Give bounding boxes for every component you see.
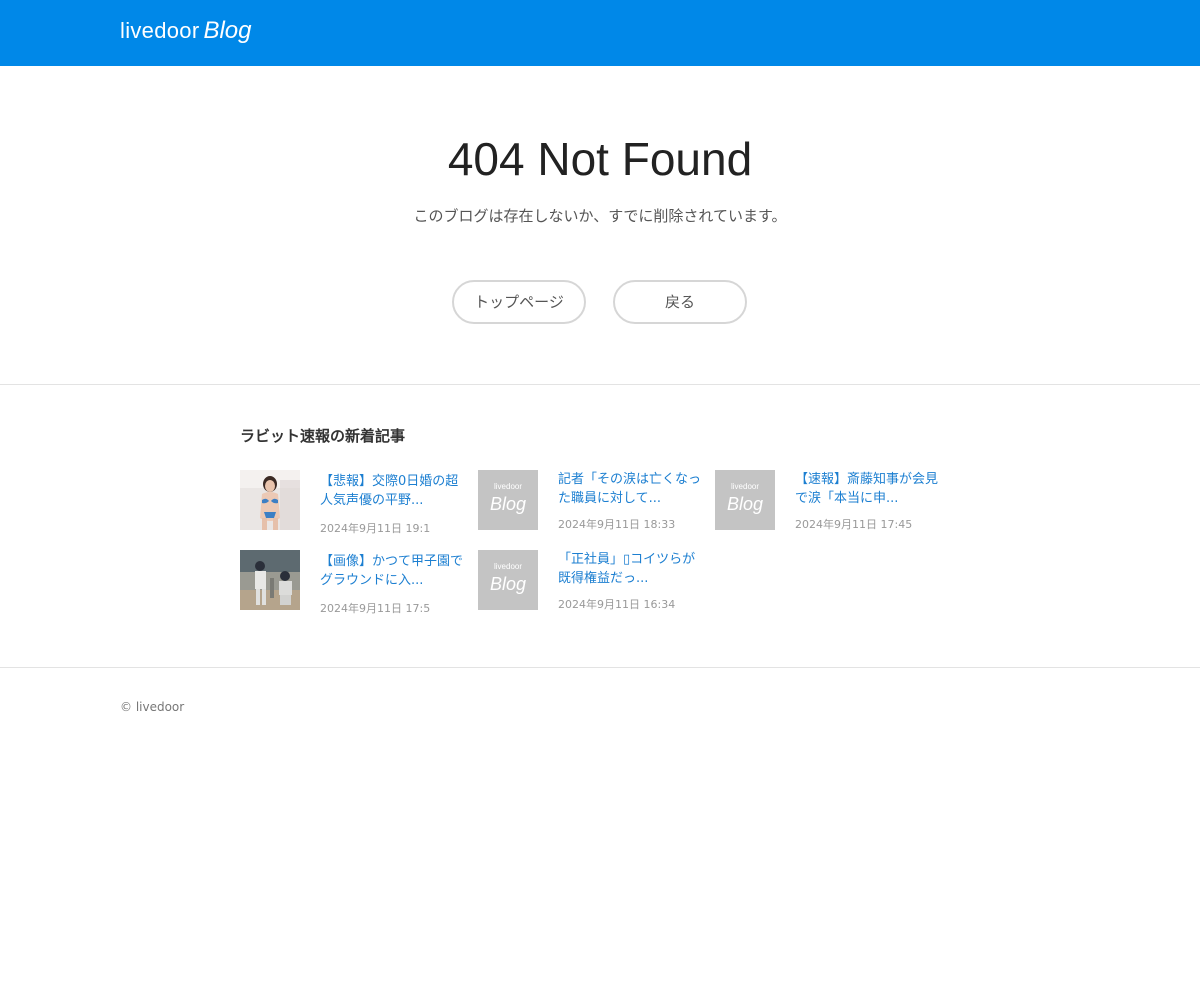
article-title[interactable]: 記者「その涙は亡くなった職員に対して... (558, 470, 704, 508)
placeholder-livedoor-text: livedoor (730, 482, 759, 491)
article-title[interactable]: 【悲報】交際0日婚の超人気声優の平野... (320, 472, 466, 510)
placeholder-blog-text: Blog (489, 574, 527, 594)
article-date: 2024年9月11日 17:45 (795, 518, 913, 531)
placeholder-livedoor-text: livedoor (493, 482, 522, 491)
footer-divider (0, 667, 1200, 668)
logo-livedoor-text: livedoor (120, 18, 200, 43)
article-title[interactable]: 「正社員」▯コイツらが既得権益だっ... (558, 550, 704, 588)
article-date: 2024年9月11日 19:1 (320, 522, 431, 535)
footer-copyright: © livedoor (120, 700, 185, 714)
placeholder-livedoor-text: livedoor (493, 562, 522, 571)
logo-blog-text: Blog (203, 17, 252, 44)
top-page-button[interactable]: トップページ (452, 280, 586, 324)
section-divider (0, 384, 1200, 385)
article-item[interactable]: livedoor Blog 【速報】斎藤知事が会見で涙「本当に申... 2024… (715, 470, 945, 532)
article-title[interactable]: 【画像】かつて甲子園でグラウンドに入... (320, 552, 466, 590)
article-item[interactable]: 【画像】かつて甲子園でグラウンドに入... 2024年9月11日 17:5 (240, 550, 470, 615)
article-thumbnail[interactable]: livedoor Blog (715, 470, 775, 530)
article-date: 2024年9月11日 17:5 (320, 602, 431, 615)
article-date: 2024年9月11日 18:33 (558, 518, 676, 531)
back-button[interactable]: 戻る (613, 280, 747, 324)
baseball-photo-image (240, 550, 300, 610)
article-date: 2024年9月11日 16:34 (558, 598, 676, 611)
article-thumbnail[interactable]: livedoor Blog (478, 550, 538, 610)
article-thumbnail[interactable] (240, 550, 300, 610)
placeholder-blog-text: Blog (726, 494, 764, 514)
placeholder-blog-text: Blog (489, 494, 527, 514)
article-item[interactable]: 【悲報】交際0日婚の超人気声優の平野... 2024年9月11日 19:1 (240, 470, 470, 535)
swimsuit-photo-image (240, 470, 300, 530)
error-description: このブログは存在しないか、すでに削除されています。 (413, 207, 787, 225)
article-thumbnail[interactable]: livedoor Blog (478, 470, 538, 530)
site-header: livedoor Blog (0, 0, 1200, 66)
error-title: 404 Not Found (447, 133, 753, 185)
article-item[interactable]: livedoor Blog 「正社員」▯コイツらが既得権益だっ... 2024年… (478, 550, 708, 612)
article-title[interactable]: 【速報】斎藤知事が会見で涙「本当に申... (795, 470, 941, 508)
recent-articles-title: ラビット速報の新着記事 (240, 427, 406, 445)
livedoor-blog-logo[interactable]: livedoor Blog (120, 17, 252, 45)
article-item[interactable]: livedoor Blog 記者「その涙は亡くなった職員に対して... 2024… (478, 470, 708, 532)
article-thumbnail[interactable] (240, 470, 300, 530)
